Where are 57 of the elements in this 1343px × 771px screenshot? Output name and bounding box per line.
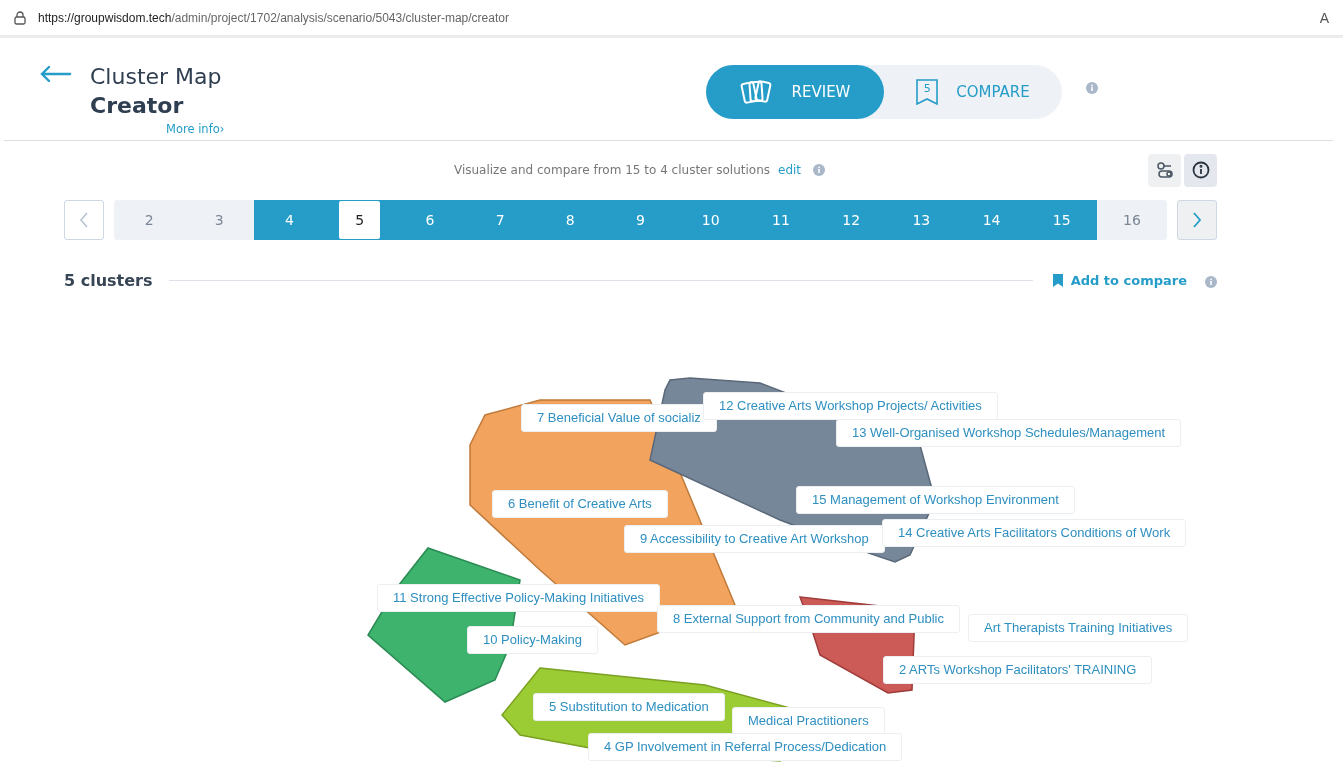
settings-button[interactable] bbox=[1148, 153, 1181, 187]
add-to-compare-link[interactable]: Add to compare bbox=[1052, 272, 1187, 288]
page-subtitle: Creator bbox=[90, 92, 185, 120]
info-icon[interactable] bbox=[1086, 82, 1098, 94]
section-title: 5 clusters bbox=[64, 270, 153, 290]
statement-label[interactable]: 9 Accessibility to Creative Art Workshop bbox=[624, 525, 885, 553]
cluster-count-option[interactable]: 5 bbox=[324, 200, 395, 240]
cluster-count-option[interactable]: 8 bbox=[535, 200, 606, 240]
cluster-count-option[interactable]: 4 bbox=[254, 200, 325, 240]
cards-icon bbox=[739, 78, 774, 106]
statement-label[interactable]: Art Therapists Training Initiatives bbox=[968, 614, 1189, 642]
url-text[interactable]: https://groupwisdom.tech/admin/project/1702/analysis/scenario/5043/cluster-map/creator bbox=[38, 10, 1308, 25]
cluster-count-option[interactable]: 3 bbox=[184, 200, 255, 240]
statement-label[interactable]: 13 Well-Organised Workshop Schedules/Management bbox=[836, 419, 1182, 447]
mode-tab[interactable]: 5 COMPARE bbox=[884, 65, 1062, 119]
statement-label[interactable]: 14 Creative Arts Facilitators Conditions of Work bbox=[882, 519, 1187, 547]
next-button[interactable] bbox=[1177, 200, 1217, 240]
edit-link[interactable]: edit bbox=[778, 163, 802, 177]
chevron-right-icon bbox=[1192, 212, 1202, 228]
bookmark-count-icon: 5 bbox=[916, 79, 939, 105]
toggles-icon bbox=[1155, 161, 1174, 179]
info-button[interactable] bbox=[1184, 153, 1217, 187]
cluster-count-option[interactable]: 7 bbox=[465, 200, 536, 240]
previous-button[interactable] bbox=[64, 200, 104, 240]
statement-label[interactable]: 4 GP Involvement in Referral Process/Dedication bbox=[588, 733, 903, 761]
cluster-count-option[interactable]: 11 bbox=[745, 200, 817, 240]
reader-mode-icon[interactable]: A bbox=[1319, 9, 1329, 26]
statement-label[interactable]: 15 Management of Workshop Environment bbox=[796, 486, 1075, 514]
statement-label[interactable]: 2 ARTs Workshop Facilitators' TRAINING bbox=[883, 656, 1153, 684]
statement-label[interactable]: 7 Beneficial Value of socializ bbox=[521, 404, 717, 432]
info-icon[interactable] bbox=[1205, 276, 1217, 288]
cluster-count-option[interactable]: 10 bbox=[675, 200, 746, 240]
statement-label[interactable]: Medical Practitioners bbox=[732, 707, 885, 735]
statement-label[interactable]: 8 External Support from Community and Public bbox=[657, 605, 960, 633]
more-info-link[interactable]: More info› bbox=[166, 122, 706, 136]
info-icon[interactable] bbox=[813, 164, 826, 176]
back-arrow-icon[interactable] bbox=[40, 66, 72, 82]
statement-label[interactable]: 10 Policy-Making bbox=[467, 626, 598, 654]
statement-label[interactable]: 6 Benefit of Creative Arts bbox=[492, 490, 668, 518]
cluster-count-option[interactable]: 14 bbox=[956, 200, 1027, 240]
cluster-count-option[interactable]: 13 bbox=[886, 200, 957, 240]
range-description: Visualize and compare from 15 to 4 cluster solutions bbox=[453, 163, 770, 177]
mode-tab[interactable]: REVIEW bbox=[706, 65, 884, 119]
cluster-count-option[interactable]: 16 bbox=[1096, 200, 1167, 240]
info-icon bbox=[1191, 161, 1210, 179]
lock-icon bbox=[14, 10, 26, 25]
cluster-count-option[interactable]: 9 bbox=[605, 200, 676, 240]
statement-label[interactable]: 5 Substitution to Medication bbox=[533, 693, 725, 721]
cluster-count-option[interactable]: 15 bbox=[1026, 200, 1097, 240]
statement-label[interactable]: 11 Strong Effective Policy-Making Initiatives bbox=[377, 584, 660, 612]
bookmark-icon bbox=[1052, 273, 1063, 287]
cluster-count-option[interactable]: 6 bbox=[394, 200, 465, 240]
chevron-left-icon bbox=[79, 212, 89, 228]
statement-label[interactable]: 12 Creative Arts Workshop Projects/ Activities bbox=[703, 392, 998, 420]
page-title: Cluster Map bbox=[90, 63, 223, 91]
cluster-count-option[interactable]: 2 bbox=[114, 200, 185, 240]
cluster-count-option[interactable]: 12 bbox=[816, 200, 887, 240]
